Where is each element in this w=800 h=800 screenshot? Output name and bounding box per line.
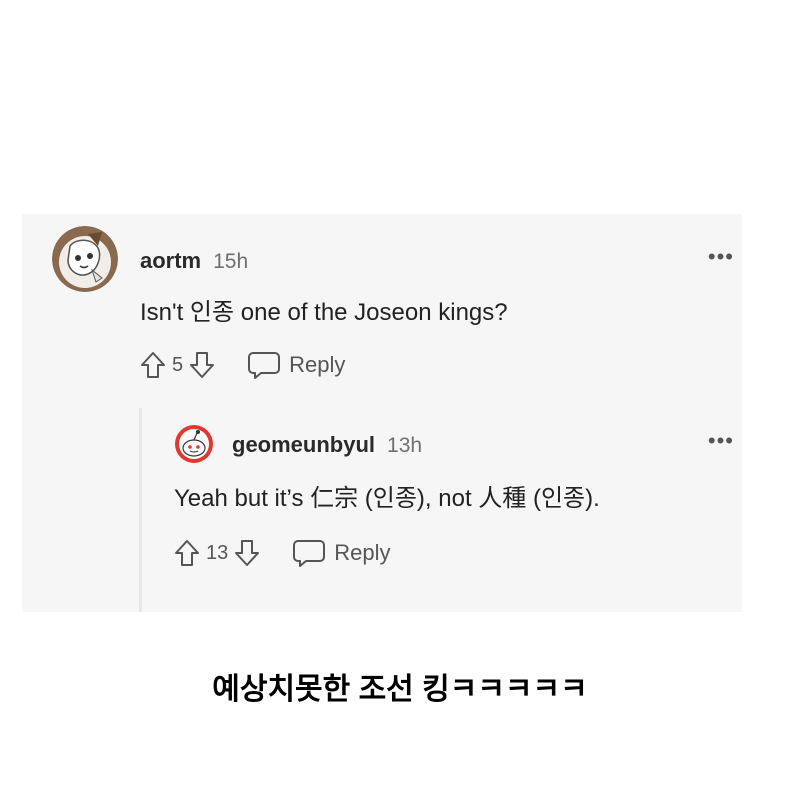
reply-label: Reply (334, 540, 391, 565)
username[interactable]: geomeunbyul (232, 432, 375, 458)
snoo-avatar-icon[interactable] (174, 424, 214, 464)
reply-label: Reply (289, 352, 346, 377)
speech-bubble-icon (292, 538, 326, 568)
reply-button[interactable]: Reply (247, 350, 345, 380)
comment-actions: 13 Reply (174, 538, 391, 568)
caption: 예상치못한 조선 킹ㅋㅋㅋㅋㅋ (212, 673, 588, 706)
comment-actions: 5 Reply (140, 350, 345, 380)
upvote-icon[interactable] (174, 538, 200, 568)
downvote-icon[interactable] (189, 350, 215, 380)
comment-body: Yeah but it’s 仁宗 (인종), not 人種 (인종). (174, 485, 600, 512)
timestamp: 15h (213, 250, 249, 273)
thread-line[interactable] (139, 408, 142, 612)
username[interactable]: aortm (140, 248, 201, 274)
reply-button[interactable]: Reply (292, 538, 391, 568)
comment-meta: aortm 15h (140, 248, 248, 274)
vote-score: 5 (172, 353, 184, 376)
fox-avatar-icon[interactable] (52, 226, 118, 292)
more-options-icon[interactable]: ••• (708, 430, 734, 452)
upvote-icon[interactable] (140, 350, 166, 380)
timestamp: 13h (387, 434, 423, 457)
comment-meta: geomeunbyul 13h (232, 432, 422, 458)
more-options-icon[interactable]: ••• (708, 246, 734, 268)
comment-body: Isn't 인종 one of the Joseon kings? (140, 299, 508, 326)
speech-bubble-icon (247, 350, 281, 380)
downvote-icon[interactable] (234, 538, 260, 568)
vote-score: 13 (206, 541, 229, 564)
